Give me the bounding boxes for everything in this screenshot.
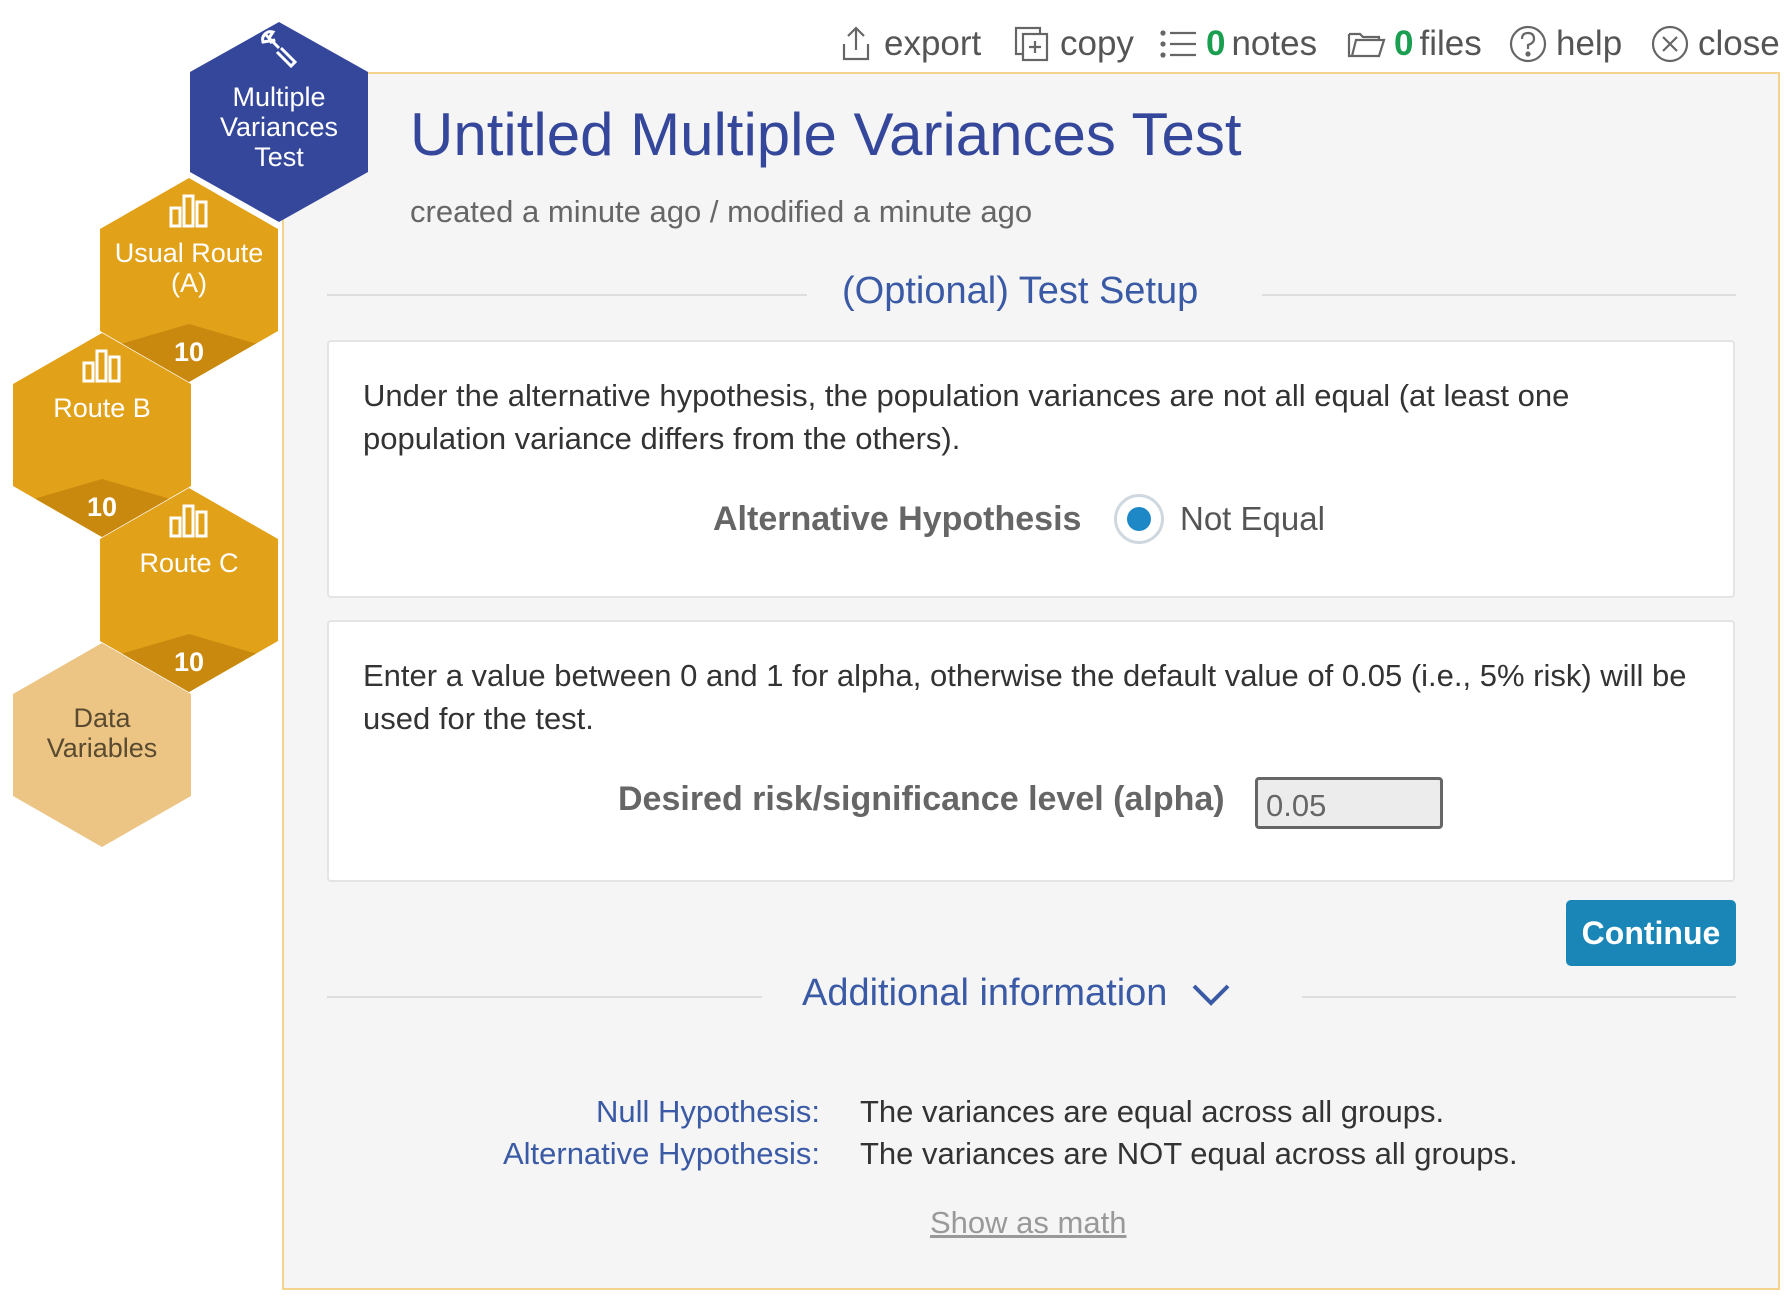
notes-label: notes (1231, 24, 1318, 63)
help-button[interactable]: help (1508, 18, 1622, 70)
null-hypothesis-text: The variances are equal across all group… (860, 1094, 1445, 1129)
alt-hypothesis-label: Alternative Hypothesis (713, 500, 1082, 538)
additional-info-toggle[interactable]: Additional information (802, 972, 1232, 1015)
hex-label: Usual Route (114, 238, 264, 268)
files-button[interactable]: 0 files (1346, 18, 1482, 70)
alt-hypothesis-summary-text: The variances are NOT equal across all g… (860, 1136, 1518, 1171)
null-hypothesis-label: Null Hypothesis: (596, 1094, 820, 1129)
hex-label: Multiple (232, 82, 326, 112)
export-icon (842, 26, 870, 61)
export-button[interactable]: export (836, 18, 981, 70)
close-icon (1651, 25, 1689, 63)
alpha-card: Enter a value between 0 and 1 for alpha,… (327, 620, 1735, 882)
hex-label-line2: Variables (46, 733, 158, 763)
page-meta: created a minute ago / modified a minute… (410, 194, 1033, 229)
hex-label-line2: (A) (171, 268, 207, 298)
copy-icon (1014, 26, 1049, 62)
export-label: export (884, 24, 982, 63)
close-button[interactable]: close (1650, 18, 1780, 70)
notes-list-icon (1160, 30, 1196, 58)
files-label: files (1419, 24, 1482, 63)
additional-info-heading: Additional information (802, 972, 1168, 1014)
hypothesis-card: Under the alternative hypothesis, the po… (327, 340, 1735, 598)
notes-count: 0 (1206, 24, 1226, 63)
alt-hypothesis-summary-label: Alternative Hypothesis: (502, 1136, 820, 1171)
section-divider (1262, 294, 1736, 296)
section-divider (327, 294, 807, 296)
copy-label: copy (1060, 24, 1134, 63)
hex-label-line2: Variances (219, 112, 339, 142)
bar-chart-icon (169, 194, 208, 228)
bar-chart-icon (169, 504, 208, 538)
test-setup-heading: (Optional) Test Setup (842, 270, 1199, 312)
wrench-icon (261, 30, 298, 69)
close-label: close (1698, 24, 1780, 63)
notes-button[interactable]: 0 notes (1158, 18, 1317, 70)
help-icon (1509, 25, 1547, 63)
copy-button[interactable]: copy (1012, 18, 1134, 70)
help-label: help (1556, 24, 1623, 63)
section-divider (327, 996, 762, 998)
not-equal-option-label[interactable]: Not Equal (1180, 500, 1325, 538)
show-as-math-link[interactable]: Show as math (930, 1205, 1126, 1241)
folder-icon (1347, 32, 1386, 58)
chevron-down-icon (1192, 984, 1230, 1006)
alpha-description: Enter a value between 0 and 1 for alpha,… (363, 658, 1687, 736)
alpha-label: Desired risk/significance level (alpha) (618, 780, 1225, 818)
not-equal-radio[interactable] (1114, 494, 1164, 544)
hex-label: Data (73, 703, 131, 733)
bar-chart-icon (82, 349, 121, 383)
hypothesis-description: Under the alternative hypothesis, the po… (363, 378, 1570, 456)
section-divider (1302, 996, 1736, 998)
files-count: 0 (1394, 24, 1414, 63)
hex-label: Route B (53, 393, 151, 423)
continue-button[interactable]: Continue (1566, 900, 1736, 966)
hex-label-line3: Test (254, 142, 304, 172)
alpha-input[interactable] (1255, 777, 1443, 829)
hex-label: Route C (139, 548, 239, 578)
page-title[interactable]: Untitled Multiple Variances Test (410, 100, 1242, 169)
